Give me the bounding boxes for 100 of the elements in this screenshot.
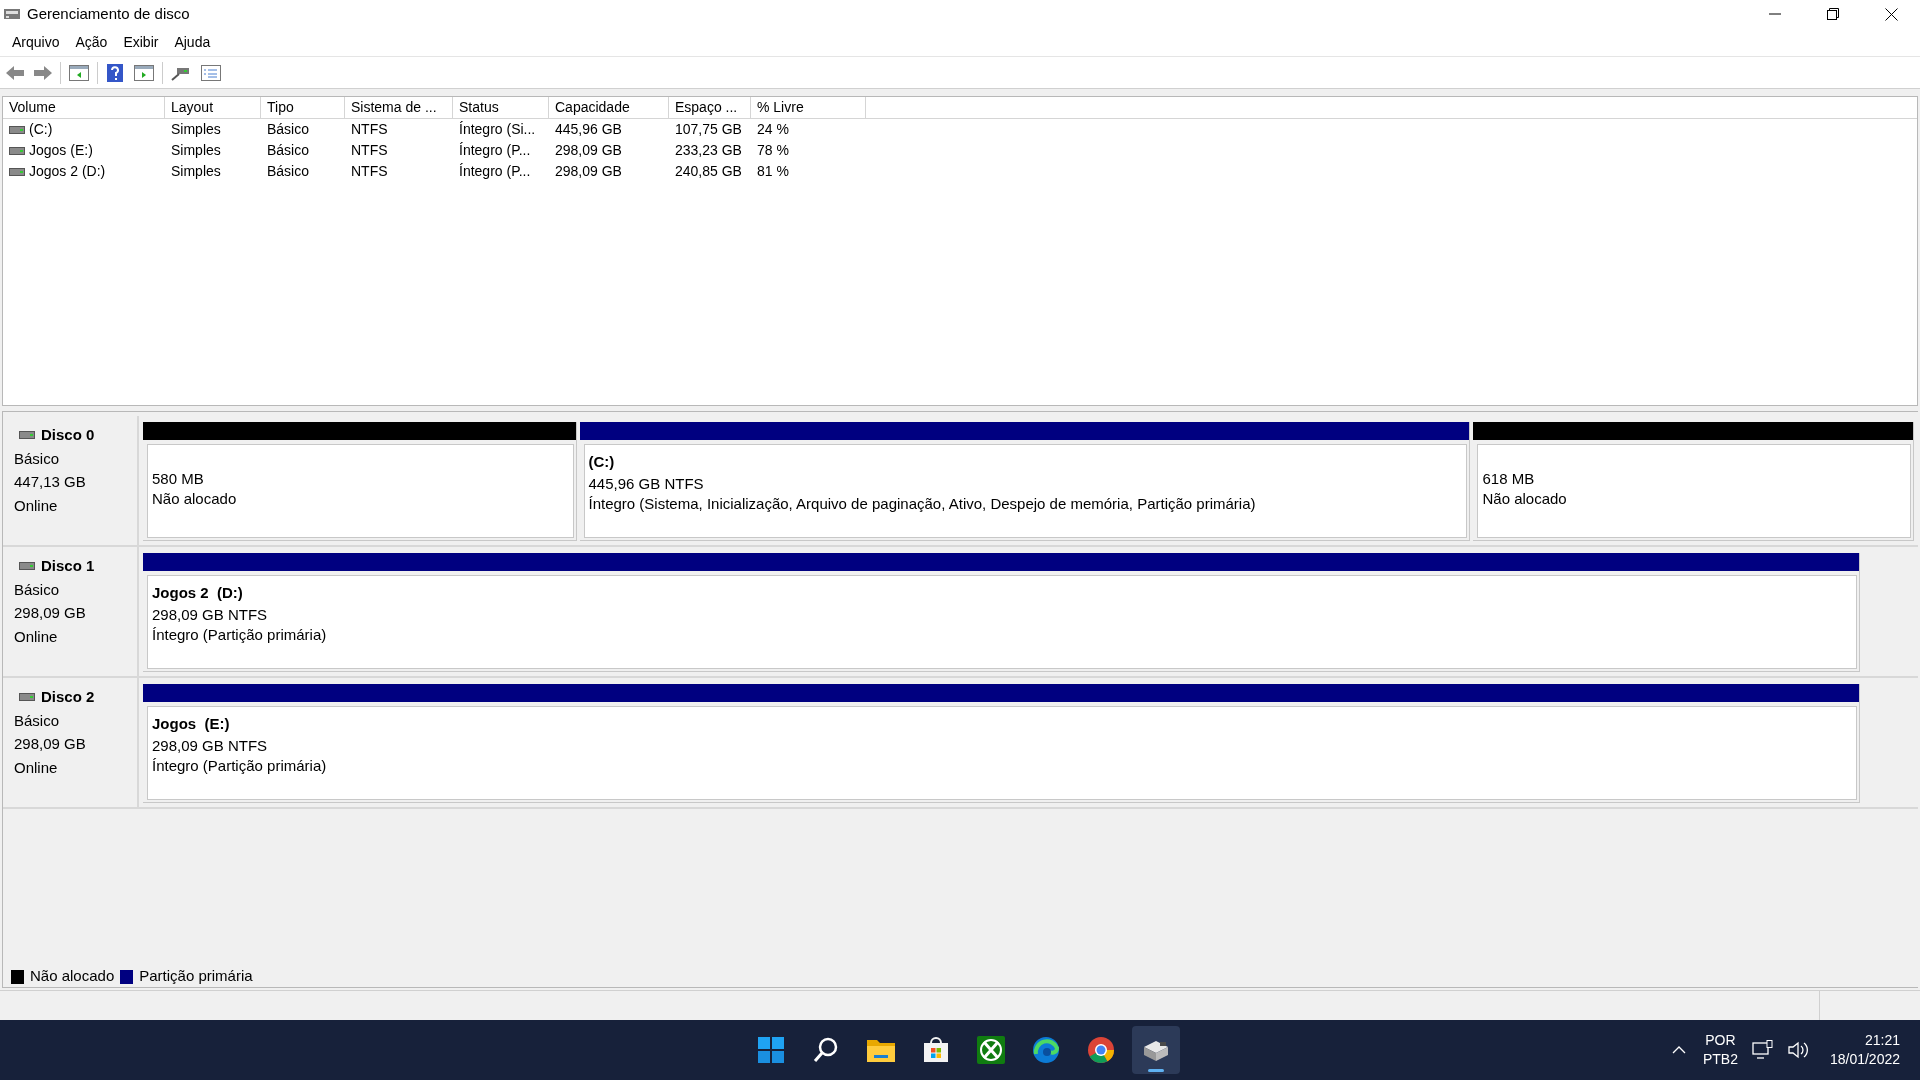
edge-logo-icon	[1032, 1036, 1060, 1064]
partition-info: Íntegro (Partição primária)	[152, 755, 328, 776]
table-cell-text: 233,23 GB	[675, 141, 742, 160]
disk-status: Online	[14, 495, 59, 516]
table-cell-text: Íntegro (Si...	[459, 120, 536, 139]
volume-icon[interactable]	[1787, 1041, 1810, 1059]
table-cell-text: Simples	[171, 162, 221, 181]
partition-info: Íntegro (Partição primária)	[152, 624, 328, 645]
column-header[interactable]: Espaço ...	[669, 97, 751, 118]
menu-item[interactable]: Arquivo	[4, 31, 68, 53]
table-cell-text: Simples	[171, 141, 221, 160]
xbox-logo-icon	[977, 1036, 1005, 1064]
partition-info: Não alocado	[152, 489, 238, 509]
table-cell-text: 24 %	[757, 120, 789, 139]
clock[interactable]: 21:21 18/01/2022	[1823, 1031, 1900, 1069]
column-header[interactable]: Layout	[165, 97, 261, 118]
column-header[interactable]: Sistema de ...	[345, 97, 453, 118]
forward-arrow-icon	[33, 64, 53, 81]
help-button[interactable]	[104, 61, 126, 84]
taskbar-app[interactable]	[1132, 1026, 1180, 1074]
table-cell-text: 78 %	[757, 141, 789, 160]
table-cell-text: Íntegro (P...	[459, 162, 531, 181]
back-arrow-icon	[5, 64, 25, 81]
table-cell-text: NTFS	[351, 162, 388, 181]
table-cell-text: Simples	[171, 120, 221, 139]
disk-name: Disco 1	[41, 556, 95, 576]
table-cell-text: (C:)	[29, 120, 53, 139]
partition-info: 298,09 GB NTFS	[152, 604, 269, 625]
table-cell-text: 298,09 GB	[555, 141, 622, 160]
table-cell-text: Básico	[267, 162, 310, 181]
window-title: Gerenciamento de disco	[27, 3, 190, 24]
network-icon[interactable]	[1751, 1040, 1774, 1060]
column-header[interactable]: Tipo	[261, 97, 345, 118]
disk-size: 298,09 GB	[14, 734, 87, 754]
active-indicator	[1148, 1069, 1164, 1072]
chrome-logo-icon	[1087, 1036, 1115, 1064]
disk-size: 447,13 GB	[14, 472, 87, 492]
menu-item[interactable]: Exibir	[115, 31, 167, 53]
restore-icon	[1827, 8, 1839, 20]
minimize-icon	[1769, 13, 1781, 15]
table-cell-text: NTFS	[351, 120, 388, 139]
table-cell-text: Jogos 2 (D:)	[29, 162, 106, 181]
partition-info: 445,96 GB NTFS	[588, 473, 705, 494]
table-cell-text: 445,96 GB	[555, 120, 622, 139]
partition-info: Não alocado	[1482, 489, 1568, 509]
column-header[interactable]: Capacidade	[549, 97, 669, 118]
table-cell-text: Básico	[267, 120, 310, 139]
disk-status: Online	[14, 757, 59, 778]
shopping-bag-icon	[922, 1036, 950, 1064]
language-text: POR	[1705, 1031, 1736, 1050]
disk-type: Básico	[14, 579, 61, 600]
table-cell-text: Básico	[267, 141, 310, 160]
disk-name: Disco 2	[41, 687, 95, 707]
partition-block[interactable]: Jogos (E:) 298,09 GB NTFS Íntegro (Partição primária)	[143, 684, 1860, 803]
language-text: PTB2	[1702, 1050, 1738, 1069]
table-cell-text: 298,09 GB	[555, 162, 622, 181]
partition-name: Jogos (E:)	[152, 714, 231, 734]
disk-status: Online	[14, 626, 59, 647]
table-cell-text: Jogos (E:)	[29, 141, 93, 160]
folder-icon	[866, 1037, 896, 1063]
table-cell-text: 240,85 GB	[675, 162, 742, 181]
help-icon	[107, 63, 123, 82]
column-header[interactable]: Volume	[3, 97, 165, 118]
disk-name: Disco 0	[41, 425, 95, 445]
table-cell-text: 81 %	[757, 162, 789, 181]
table-cell-text: NTFS	[351, 141, 388, 160]
drive-icon	[9, 145, 25, 156]
disk-type: Básico	[14, 710, 61, 731]
disk-type: Básico	[14, 448, 61, 469]
clock-date: 18/01/2022	[1829, 1050, 1900, 1069]
search-icon	[812, 1036, 840, 1064]
panel-icon	[134, 64, 154, 81]
chevron-up-icon	[1671, 1046, 1686, 1054]
partition-info: 298,09 GB NTFS	[152, 735, 269, 756]
partition-block[interactable]: 618 MB Não alocado	[1473, 422, 1914, 541]
menu-item[interactable]: Ajuda	[166, 31, 219, 53]
drive-icon	[9, 166, 25, 177]
partition-block[interactable]: Jogos 2 (D:) 298,09 GB NTFS Íntegro (Partição primária)	[143, 553, 1860, 672]
legend-label: Partição primária	[139, 966, 253, 987]
partition-block[interactable]: (C:) 445,96 GB NTFS Íntegro (Sistema, Inicialização, Arquivo de paginação, Ativo, Despejo de memória, Partição primária)	[579, 422, 1471, 541]
panel-icon	[69, 64, 89, 81]
language-indicator[interactable]: POR PTB2	[1702, 1031, 1738, 1069]
drive-icon	[9, 124, 25, 135]
disk-size: 298,09 GB	[14, 603, 87, 623]
checklist-icon	[201, 64, 221, 81]
partition-info: 618 MB	[1482, 469, 1536, 489]
disk-management-icon	[3, 6, 21, 22]
partition-info: 580 MB	[152, 469, 205, 489]
partition-block[interactable]: 580 MB Não alocado	[143, 422, 577, 541]
partition-info: Íntegro (Sistema, Inicialização, Arquivo de paginação, Ativo, Despejo de memória, Partição primária)	[588, 493, 1257, 514]
table-cell-text: Íntegro (P...	[459, 141, 531, 160]
column-header[interactable]: Status	[453, 97, 549, 118]
close-icon	[1884, 7, 1898, 21]
menu-item[interactable]: Ação	[67, 31, 116, 53]
column-header[interactable]: % Livre	[751, 97, 866, 118]
legend-label: Não alocado	[30, 966, 115, 987]
windows-logo-icon	[757, 1036, 785, 1064]
clock-time: 21:21	[1864, 1031, 1900, 1050]
table-cell-text: 107,75 GB	[675, 120, 742, 139]
partition-name: Jogos 2 (D:)	[152, 583, 244, 603]
